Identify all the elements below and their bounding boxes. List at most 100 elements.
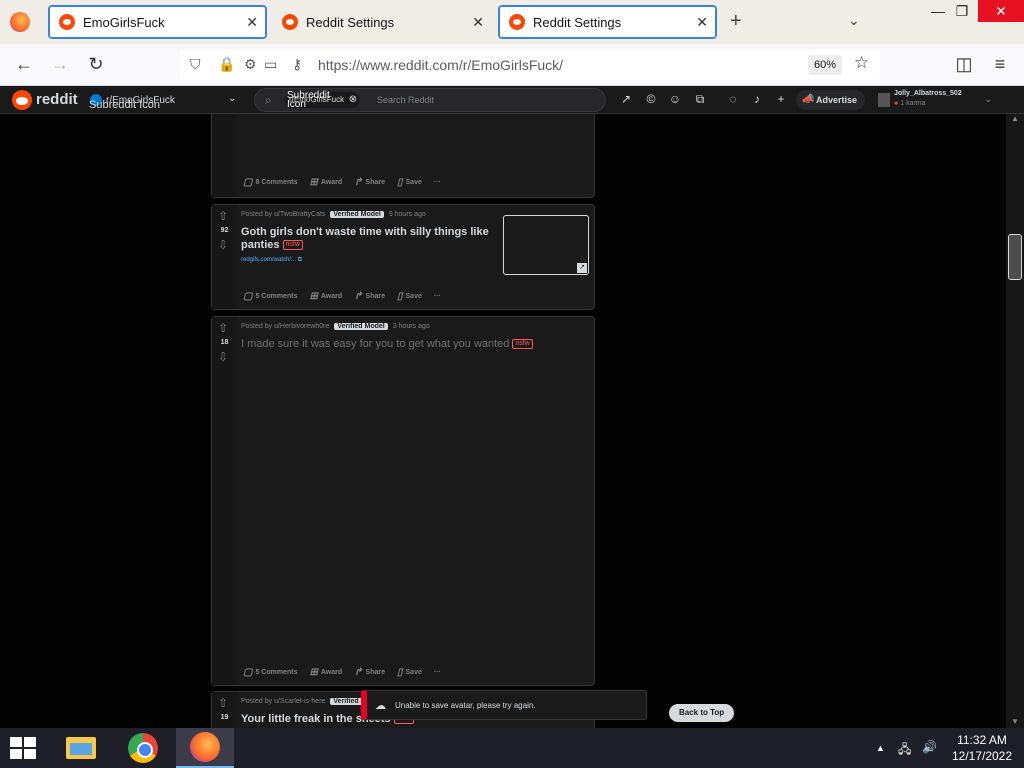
comment-icon: ▢ [243,667,253,678]
share-button[interactable]: ↱ Share [354,177,385,188]
search-bar[interactable]: ⌕ r/EmoGirlsFuck ⊗ Subreddit Icon Search… [254,88,606,112]
zoom-level-button[interactable]: 60% [808,55,843,75]
chat-icon[interactable]: ☺ [668,92,682,106]
save-button[interactable]: ▯ Save [397,667,422,678]
more-options-button[interactable]: ··· [434,669,441,676]
share-icon: ↱ [354,667,363,678]
post-card[interactable]: ▢ 8 Comments ⊞ Award ↱ Share ▯ Save ··· [211,114,595,198]
tracking-protection-icon[interactable]: ⛉ [190,56,201,73]
taskbar-clock[interactable]: 11:32 AM 12/17/2022 [945,732,1019,764]
clock-time: 11:32 AM [957,733,1007,747]
vote-column: ⇧ 19 [212,692,237,728]
post-meta: Posted by u/Herbivorewh0re Verified Mode… [241,323,430,330]
tab-reddit-settings-1[interactable]: Reddit Settings ✕ [272,5,492,39]
lock-icon[interactable]: 🔒 [218,56,235,73]
reddit-logo-icon[interactable] [12,90,32,110]
upvote-icon[interactable]: ⇧ [218,209,228,223]
app-menu-icon[interactable]: ≡ [989,54,1011,75]
key-icon[interactable]: ⚷ [292,56,302,73]
back-to-top-button[interactable]: Back to Top [669,704,735,722]
share-icon: ↱ [354,291,363,302]
close-tab-icon[interactable]: ✕ [472,14,484,31]
new-tab-button[interactable]: + [730,10,742,33]
messages-icon[interactable]: ◌ [726,92,740,106]
comments-button[interactable]: ▢ 5 Comments [243,667,297,678]
notifications-bell-icon[interactable]: ♪ [750,92,764,106]
search-placeholder[interactable]: Search Reddit [377,95,434,105]
close-tab-icon[interactable]: ✕ [696,14,708,31]
tab-emogirlsfuck[interactable]: EmoGirlsFuck ✕ [48,5,267,39]
chrome-icon [128,733,158,763]
bookmark-star-icon[interactable]: ☆ [854,53,869,73]
url-text[interactable]: https://www.reddit.com/r/EmoGirlsFuck/ [318,57,563,73]
clear-scope-icon[interactable]: ⊗ [349,92,357,108]
page-scrollbar[interactable]: ▲ ▼ [1006,114,1024,728]
advertise-button[interactable]: 📣 Advertise [796,90,866,110]
popular-icon[interactable]: ↗ [619,92,633,106]
upvote-icon[interactable]: ⇧ [218,696,228,710]
post-card[interactable]: ⇧ 18 ⇩ Posted by u/Herbivorewh0re Verifi… [211,316,595,686]
posted-by[interactable]: Posted by u/Scarlet-is-here [241,698,325,705]
taskbar-file-explorer[interactable] [52,728,110,768]
award-icon: ⊞ [309,291,318,302]
permissions-icon[interactable]: ⚙ [244,56,257,73]
reload-button[interactable]: ↻ [85,54,107,75]
award-button[interactable]: ⊞ Award [309,291,342,302]
create-post-icon[interactable]: + [774,92,788,106]
posted-by[interactable]: Posted by u/Herbivorewh0re [241,323,329,330]
share-button[interactable]: ↱ Share [354,291,385,302]
back-button[interactable]: ← [13,54,35,75]
downvote-icon[interactable]: ⇩ [218,238,228,252]
post-time[interactable]: 3 hours ago [393,323,430,330]
reddit-wordmark[interactable]: reddit [36,91,78,108]
posted-by[interactable]: Posted by u/TwoBrattyCats [241,211,325,218]
close-tab-icon[interactable]: ✕ [246,14,258,31]
taskbar-firefox[interactable] [176,728,234,768]
show-hidden-icons-icon[interactable]: ▲ [876,743,885,753]
community-selector[interactable]: r/EmoGirlsFuck Subreddit Icon ⌄ [88,90,243,111]
award-button[interactable]: ⊞ Award [309,177,342,188]
save-button[interactable]: ▯ Save [397,177,422,188]
post-title[interactable]: I made sure it was easy for you to get w… [241,338,571,351]
chevron-down-icon: ⌄ [984,94,993,105]
comments-button[interactable]: ▢ 5 Comments [243,291,297,302]
post-card[interactable]: ⇧ 92 ⇩ Posted by u/TwoBrattyCats Verifie… [211,204,595,310]
scroll-down-arrow-icon[interactable]: ▼ [1011,717,1019,726]
more-options-button[interactable]: ··· [434,293,441,300]
forward-button[interactable]: → [49,54,71,75]
moderation-icon[interactable]: ⧉ [693,92,707,106]
coins-icon[interactable]: © [644,92,658,106]
scroll-up-arrow-icon[interactable]: ▲ [1011,114,1019,123]
tab-reddit-settings-2[interactable]: Reddit Settings ✕ [498,5,717,39]
taskbar-chrome[interactable] [114,728,172,768]
share-button[interactable]: ↱ Share [354,667,385,678]
post-thumbnail[interactable]: ↗ [503,215,589,275]
toast-message: Unable to save avatar, please try again. [395,701,536,710]
award-button[interactable]: ⊞ Award [309,667,342,678]
url-bar[interactable]: ⛉ 🔒 ⚙ ▭ ⚷ https://www.reddit.com/r/EmoGi… [180,50,880,80]
scrollbar-thumb[interactable] [1008,234,1022,280]
list-all-tabs-button[interactable]: ⌄ [848,12,860,29]
bookmark-icon: ▯ [397,177,403,188]
network-icon[interactable]: 🖧 [898,740,911,761]
avatar [878,93,890,107]
post-link[interactable]: redgifs.com/watch/... ⧉ [241,257,302,264]
start-windows-icon[interactable] [10,737,38,759]
downvote-icon[interactable]: ⇩ [218,350,228,364]
post-title[interactable]: Goth girls don't waste time with silly t… [241,226,491,252]
pocket-icon[interactable]: ◫ [953,54,975,75]
post-time[interactable]: 9 hours ago [389,211,426,218]
upvote-icon[interactable]: ⇧ [218,321,228,335]
windows-taskbar: ▲ 🖧 🔊 11:32 AM 12/17/2022 [0,728,1024,768]
save-button[interactable]: ▯ Save [397,291,422,302]
close-window-button[interactable]: ✕ [978,0,1024,22]
reddit-favicon-icon [59,14,75,30]
comments-button[interactable]: ▢ 8 Comments [243,177,297,188]
screen-share-blocked-icon[interactable]: ▭ [264,56,277,73]
bookmark-icon: ▯ [397,667,403,678]
volume-icon[interactable]: 🔊 [922,740,937,754]
user-menu[interactable]: Jolly_Albatross_502 1 karma ⌄ [876,88,996,112]
maximize-button[interactable]: ❐ [944,0,980,22]
more-options-button[interactable]: ··· [434,179,441,186]
firefox-view-icon[interactable] [10,12,30,32]
